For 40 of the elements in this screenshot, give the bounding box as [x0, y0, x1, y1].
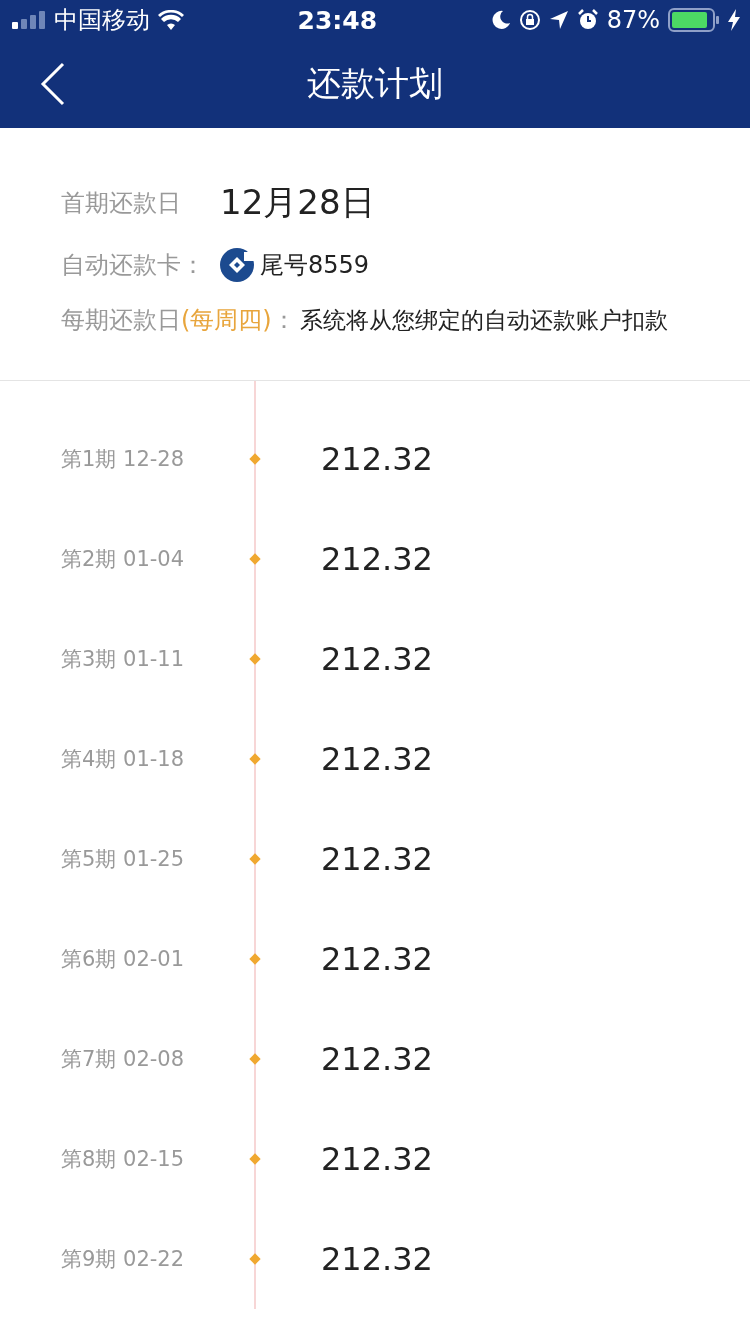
card-number: 尾号8559: [260, 250, 370, 281]
battery-percent: 87%: [606, 6, 660, 34]
colon: ：: [271, 305, 296, 336]
weekday-note: (每周四): [181, 305, 272, 336]
moon-icon: [490, 10, 511, 30]
payment-amount: 212.32: [321, 940, 433, 978]
period-date: 第3期 01-11: [61, 646, 185, 673]
period-date: 第8期 02-15: [61, 1146, 185, 1173]
location-arrow-icon: [548, 10, 569, 30]
period-date: 第7期 02-08: [61, 1046, 185, 1073]
payment-amount: 212.32: [321, 840, 433, 878]
period-label: 每期还款日: [61, 305, 181, 336]
wifi-icon: [158, 10, 184, 30]
card-label: 自动还款卡：: [61, 250, 206, 281]
payment-amount: 212.32: [321, 1040, 433, 1078]
deduction-note: 系统将从您绑定的自动还款账户扣款: [299, 305, 668, 335]
period-date: 第4期 01-18: [61, 746, 185, 773]
bank-logo-icon: [220, 248, 254, 282]
rotation-lock-icon: [518, 9, 541, 31]
charging-bolt-icon: [728, 9, 740, 31]
period-date: 第1期 12-28: [61, 446, 185, 473]
back-icon[interactable]: [40, 62, 66, 106]
clock-time: 23:48: [297, 5, 378, 35]
payment-amount: 212.32: [321, 640, 433, 678]
battery-icon: [668, 8, 720, 32]
payment-amount: 212.32: [321, 740, 433, 778]
period-date: 第2期 01-04: [61, 546, 185, 573]
page-title: 还款计划: [307, 62, 443, 105]
payment-amount: 212.32: [321, 540, 433, 578]
alarm-clock-icon: [576, 9, 599, 31]
period-date: 第9期 02-22: [61, 1246, 185, 1273]
period-date: 第6期 02-01: [61, 946, 185, 973]
payment-amount: 212.32: [321, 1140, 433, 1178]
payment-amount: 212.32: [321, 440, 433, 478]
signal-icon: [12, 11, 46, 29]
first-date: 12月28日: [220, 181, 375, 224]
first-date-label: 首期还款日: [61, 188, 182, 219]
carrier-name: 中国移动: [54, 5, 150, 36]
payment-amount: 212.32: [321, 1240, 433, 1278]
period-date: 第5期 01-25: [61, 846, 185, 873]
